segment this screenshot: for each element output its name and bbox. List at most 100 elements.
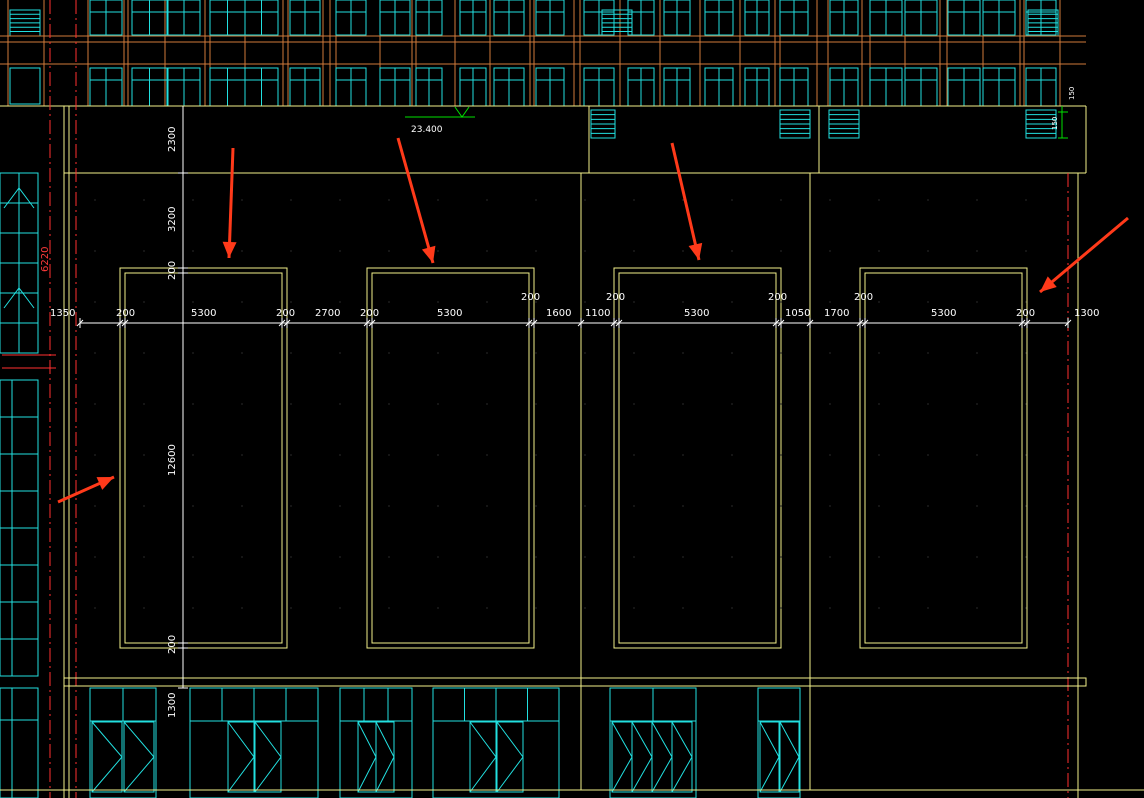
- grid-dot: [633, 556, 635, 558]
- grid-dot: [94, 505, 96, 507]
- grid-dot: [731, 607, 733, 609]
- grid-dot: [682, 556, 684, 558]
- grid-dot: [633, 505, 635, 507]
- grid-dot: [535, 250, 537, 252]
- grid-dot: [682, 301, 684, 303]
- grid-dot: [241, 607, 243, 609]
- grid-dot: [143, 454, 145, 456]
- grid-dot: [682, 250, 684, 252]
- dimension-d13: 200: [768, 292, 787, 303]
- door-swing: [91, 721, 123, 793]
- grid-dot: [1025, 352, 1027, 354]
- dimension-d9: 1600: [546, 308, 571, 319]
- side-dimension-label: 6220: [40, 247, 51, 272]
- grid-dot: [976, 556, 978, 558]
- vertical-dimension-texts: 2300 3200 200 12600 200 1300: [167, 127, 188, 718]
- top-right-dimension: 150 150: [1051, 87, 1076, 139]
- grid-dot: [241, 199, 243, 201]
- grid-dot: [535, 403, 537, 405]
- shop-door: [91, 721, 123, 793]
- dimension-d10: 1100: [585, 308, 610, 319]
- grid-dot: [976, 352, 978, 354]
- grid-dot: [731, 352, 733, 354]
- grid-dot: [878, 403, 880, 405]
- grid-dot: [388, 250, 390, 252]
- grid-dot: [780, 403, 782, 405]
- grid-dot: [878, 607, 880, 609]
- dimension-d2: 200: [116, 308, 135, 319]
- grid-dot: [878, 505, 880, 507]
- arrow-shaft: [396, 137, 435, 264]
- grid-dot: [388, 556, 390, 558]
- grid-dot: [731, 556, 733, 558]
- shop-door: [779, 721, 800, 793]
- main-wall-outline: [63, 173, 1087, 790]
- grid-dot: [829, 199, 831, 201]
- door-swing: [779, 721, 800, 793]
- grid-dot: [1025, 505, 1027, 507]
- grid-dot: [290, 454, 292, 456]
- grid-dot: [829, 250, 831, 252]
- grid-dot: [94, 403, 96, 405]
- dimension-d18: 200: [1016, 308, 1035, 319]
- shop-door: [227, 721, 255, 793]
- grid-dot: [486, 556, 488, 558]
- grid-dot: [241, 301, 243, 303]
- red-arrow-icon: [57, 475, 115, 504]
- grid-dot: [290, 301, 292, 303]
- cad-drawing-canvas[interactable]: 23.400 150 150 6220 1350 200 5300 200 2700 20…: [0, 0, 1144, 798]
- grid-dot: [290, 607, 292, 609]
- grid-dot: [486, 301, 488, 303]
- panel-outer: [119, 267, 288, 649]
- panel-outer: [859, 267, 1028, 649]
- grid-dot: [927, 607, 929, 609]
- arrow-shaft: [227, 147, 235, 259]
- grid-dot: [388, 301, 390, 303]
- grid-dot: [976, 505, 978, 507]
- red-arrow-icon: [222, 147, 237, 259]
- grid-dot: [633, 403, 635, 405]
- level-marker: 23.400: [405, 106, 475, 135]
- grid-dot: [927, 403, 929, 405]
- grid-dot: [535, 199, 537, 201]
- grid-dot: [192, 505, 194, 507]
- dimension-d15: 1700: [824, 308, 849, 319]
- grid-dot: [535, 454, 537, 456]
- grid-dot: [486, 607, 488, 609]
- panel-outer: [613, 267, 782, 649]
- door-swing: [227, 721, 255, 793]
- grid-dot: [339, 250, 341, 252]
- dimension-d16: 200: [854, 292, 873, 303]
- horizontal-dimension-texts: 1350 200 5300 200 2700 200 5300 200 1600 1100 200 5…: [50, 292, 1099, 319]
- grid-dot: [780, 454, 782, 456]
- shop-door: [671, 721, 693, 793]
- grid-dot: [192, 556, 194, 558]
- grid-dot: [94, 454, 96, 456]
- grid-dot: [339, 556, 341, 558]
- grid-dot: [780, 607, 782, 609]
- grid-dot: [584, 556, 586, 558]
- grid-dot: [633, 199, 635, 201]
- grid-dot: [388, 454, 390, 456]
- grid-dot: [584, 505, 586, 507]
- panel-inner: [618, 272, 777, 644]
- shop-door: [469, 721, 497, 793]
- grid-dot: [290, 403, 292, 405]
- grid-dot: [143, 352, 145, 354]
- grid-dot: [633, 352, 635, 354]
- dimension-v5: 200: [167, 635, 178, 654]
- shop-door: [357, 721, 377, 793]
- grid-dot: [486, 403, 488, 405]
- grid-dot: [829, 556, 831, 558]
- dimension-d3: 5300: [191, 308, 216, 319]
- snap-grid-dots: [94, 199, 1027, 609]
- grid-dot: [486, 250, 488, 252]
- dimension-d4: 200: [276, 308, 295, 319]
- grid-dot: [584, 301, 586, 303]
- grid-dot: [290, 352, 292, 354]
- grid-dot: [437, 607, 439, 609]
- grid-dot: [94, 199, 96, 201]
- door-swing: [469, 721, 497, 793]
- grid-dot: [143, 607, 145, 609]
- grid-dot: [731, 505, 733, 507]
